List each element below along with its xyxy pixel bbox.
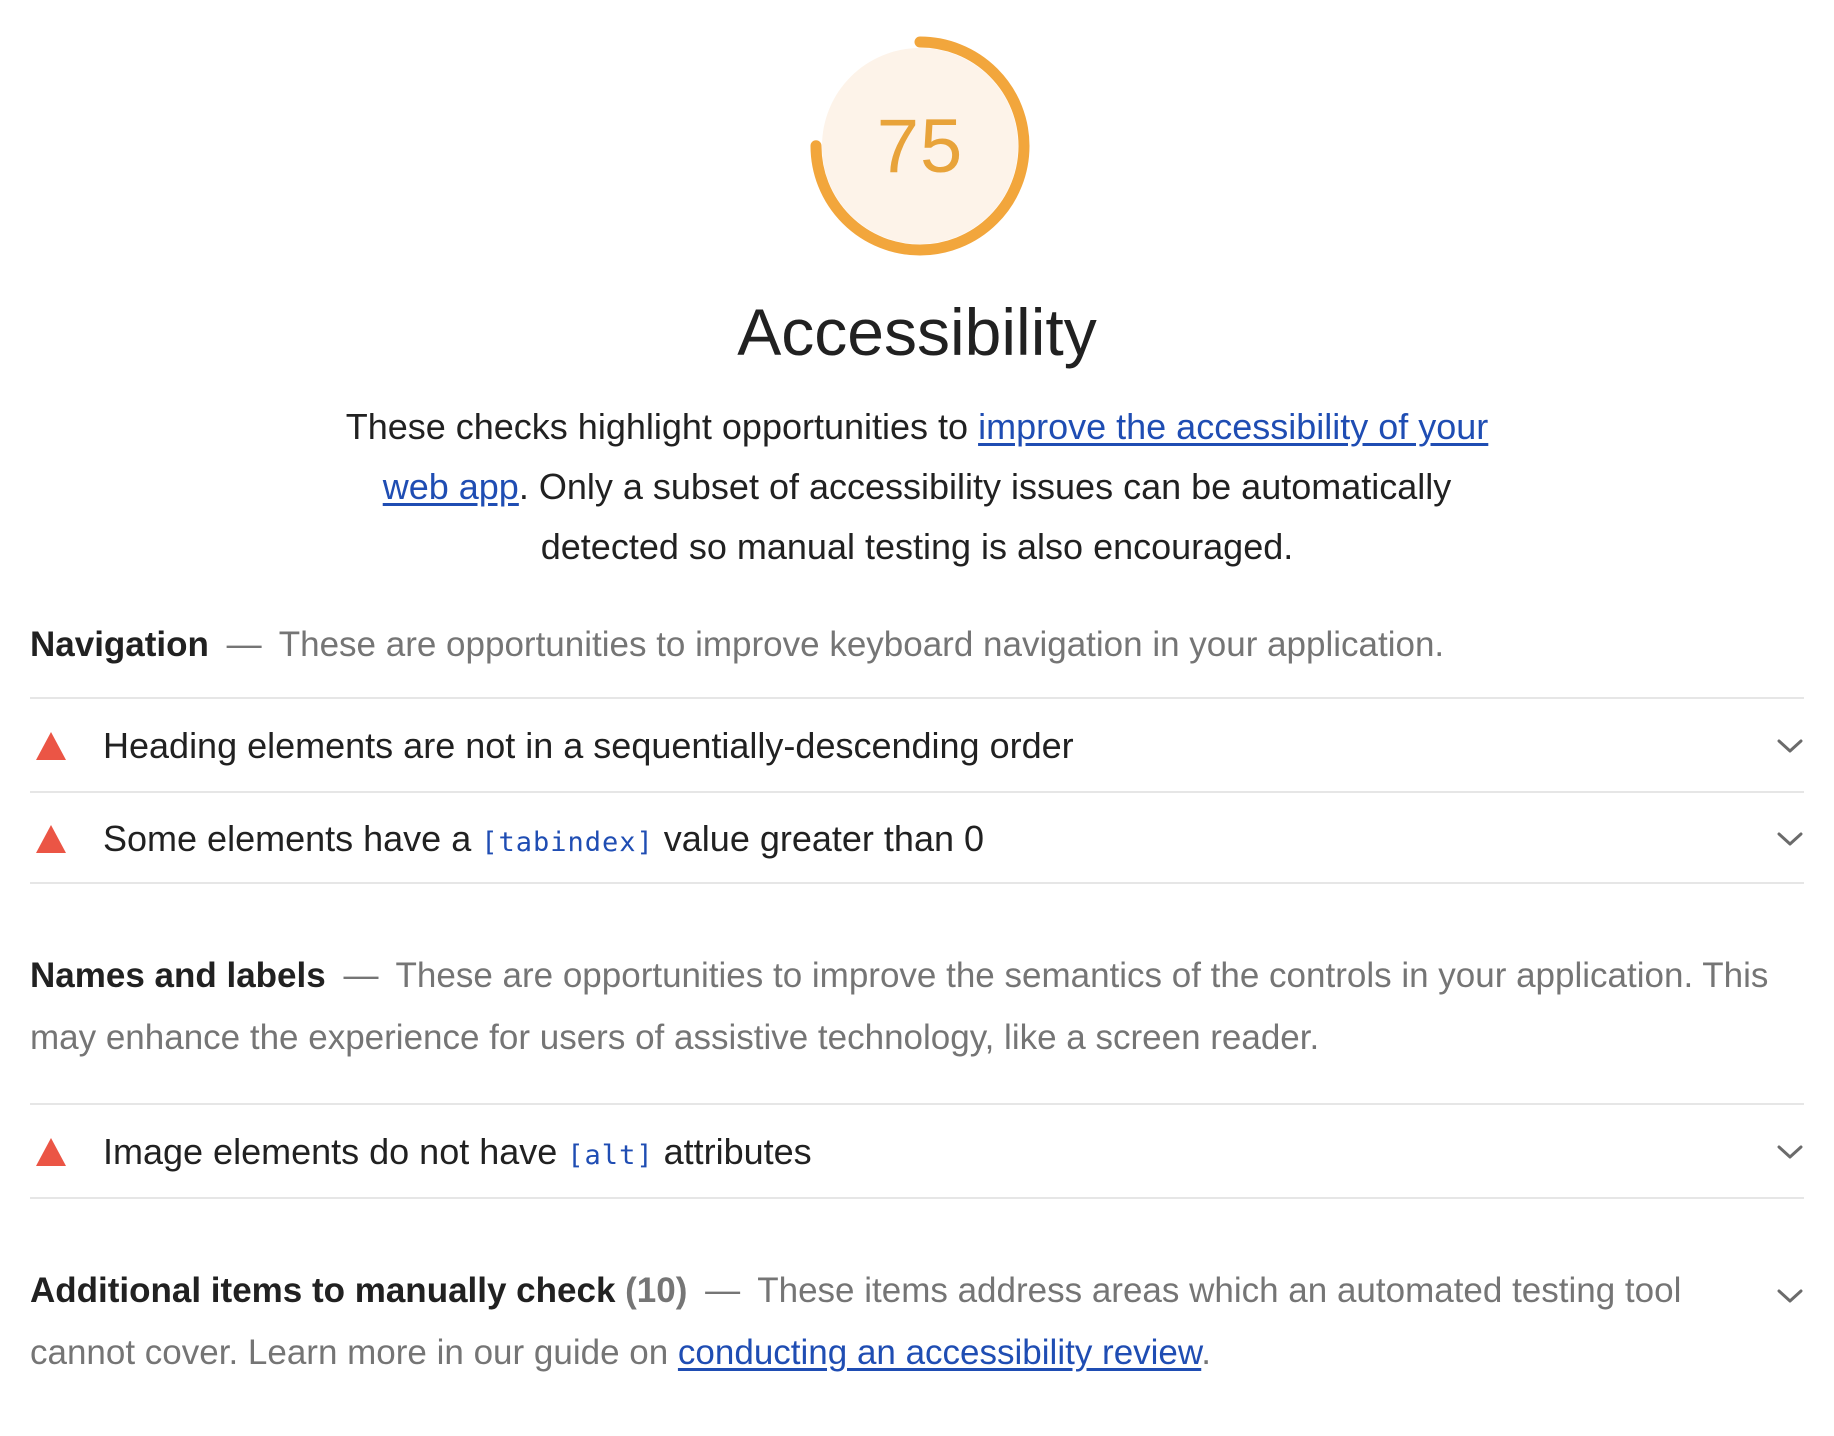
group-separator: —	[705, 1271, 741, 1310]
divider	[30, 882, 1804, 884]
score-gauge: 75	[807, 33, 1033, 259]
description-text: These checks highlight opportunities to	[345, 406, 979, 447]
audit-code-alt: [alt]	[567, 1140, 654, 1171]
group-header-manual[interactable]: Additional items to manually check (10) …	[30, 1260, 1730, 1384]
group-title-names-labels: Names and labels	[30, 956, 326, 995]
chevron-down-icon[interactable]	[1776, 737, 1804, 755]
audit-title-text-end: value greater than 0	[653, 818, 985, 859]
description-text-end: . Only a subset of accessibility issues …	[518, 466, 1452, 567]
category-title: Accessibility	[737, 295, 1097, 369]
audit-title: Heading elements are not in a sequential…	[103, 725, 1074, 766]
group-title-navigation: Navigation	[30, 625, 209, 664]
group-header-names-labels: Names and labels — These are opportuniti…	[30, 945, 1804, 1069]
audit-title: Image elements do not have [alt] attribu…	[103, 1131, 1776, 1173]
audit-title-text: Image elements do not have	[103, 1131, 568, 1172]
group-header-navigation: Navigation — These are opportunities to …	[30, 614, 1804, 676]
group-description-navigation: These are opportunities to improve keybo…	[278, 625, 1445, 664]
group-description-manual-end: .	[1201, 1333, 1211, 1372]
audit-heading-order[interactable]: Heading elements are not in a sequential…	[30, 701, 1804, 791]
chevron-down-icon[interactable]	[1776, 1143, 1804, 1161]
divider	[30, 1197, 1804, 1199]
group-separator: —	[343, 956, 379, 995]
divider	[30, 791, 1804, 793]
warning-triangle-icon	[36, 825, 66, 853]
audit-title: Some elements have a [tabindex] value gr…	[103, 818, 1776, 860]
divider	[30, 697, 1804, 699]
score-value: 75	[876, 103, 964, 189]
manual-count: (10)	[625, 1271, 688, 1310]
chevron-down-icon[interactable]	[1776, 1287, 1804, 1305]
audit-title-text: Some elements have a	[103, 818, 482, 859]
audit-image-alt[interactable]: Image elements do not have [alt] attribu…	[30, 1107, 1804, 1197]
audit-code-tabindex: [tabindex]	[481, 827, 654, 858]
group-separator: —	[226, 625, 262, 664]
category-description: These checks highlight opportunities to …	[320, 397, 1514, 577]
audit-title-text-end: attributes	[653, 1131, 812, 1172]
divider	[30, 1103, 1804, 1105]
warning-triangle-icon	[36, 732, 66, 760]
warning-triangle-icon	[36, 1138, 66, 1166]
accessibility-review-link[interactable]: conducting an accessibility review	[678, 1333, 1201, 1372]
group-title-manual: Additional items to manually check	[30, 1271, 616, 1310]
chevron-down-icon[interactable]	[1776, 830, 1804, 848]
audit-tabindex[interactable]: Some elements have a [tabindex] value gr…	[30, 794, 1804, 884]
